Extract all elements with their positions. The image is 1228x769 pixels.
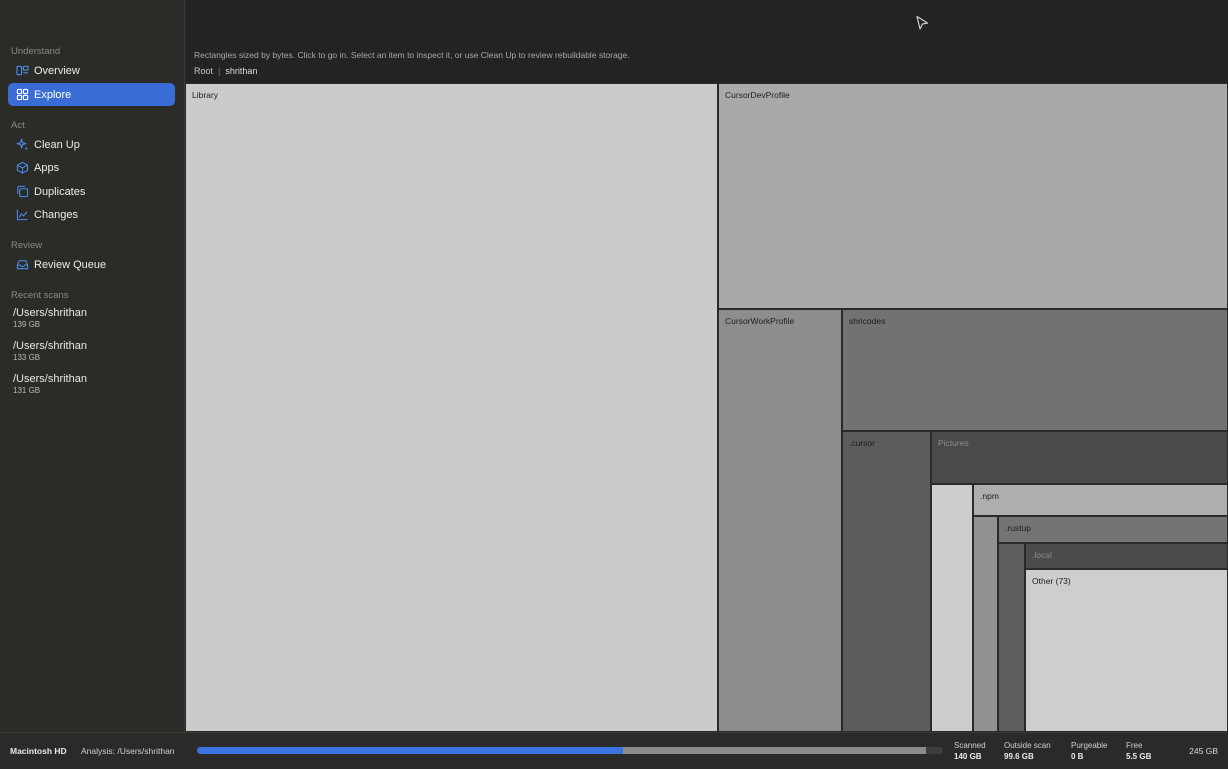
treemap-cell-label: .npm — [980, 491, 999, 501]
recent-scan-path: /Users/shrithan — [13, 340, 87, 352]
recent-scan-path: /Users/shrithan — [13, 307, 87, 319]
stat-value: 5.5 GB — [1126, 752, 1152, 761]
sidebar-item-label: Changes — [34, 208, 79, 221]
sidebar-item-label: Apps — [34, 161, 60, 174]
treemap-cell-shricodes[interactable]: shricodes — [842, 309, 1228, 431]
total-capacity: 245 GB — [1189, 746, 1218, 756]
section-label-act: Act — [11, 120, 25, 131]
stat-free: Free 5.5 GB — [1126, 740, 1151, 762]
treemap-cell-label: Library — [192, 90, 218, 100]
treemap-cell-unlabeled-3[interactable] — [998, 543, 1025, 732]
treemap-cell-cursordevprofile[interactable]: CursorDevProfile — [718, 83, 1228, 309]
cube-icon — [15, 161, 29, 175]
treemap-cell-library[interactable]: Library — [185, 83, 718, 732]
treemap-cell-pictures[interactable]: Pictures — [931, 431, 1228, 484]
treemap-cell-local[interactable]: .local — [1025, 543, 1228, 569]
recent-scan-item[interactable]: /Users/shrithan 133 GB — [13, 340, 178, 363]
stat-purgeable: Purgeable 0 B — [1071, 740, 1107, 762]
treemap-cell-npm[interactable]: .npm — [973, 484, 1228, 516]
recent-scan-item[interactable]: /Users/shrithan 131 GB — [13, 373, 178, 396]
sidebar-item-changes[interactable]: Changes — [8, 203, 175, 226]
sidebar-item-label: Clean Up — [34, 138, 80, 151]
treemap-cell-rustup[interactable]: .rustup — [998, 516, 1228, 543]
recent-scan-size: 131 GB — [13, 386, 41, 395]
stat-value: 140 GB — [954, 752, 982, 761]
breadcrumb: Root | shrithan — [194, 66, 257, 76]
stat-label: Outside scan — [1004, 741, 1051, 750]
analysis-path: Analysis: /Users/shrithan — [81, 746, 175, 756]
stat-scanned: Scanned 140 GB — [954, 740, 986, 762]
treemap-cell-unlabeled-1[interactable] — [931, 484, 973, 732]
recent-scan-item[interactable]: /Users/shrithan 139 GB — [13, 307, 178, 330]
sidebar: Understand Overview Explore Act Clean Up… — [0, 0, 185, 732]
treemap-cell-cursorworkprofile[interactable]: CursorWorkProfile — [718, 309, 842, 732]
sidebar-item-cleanup[interactable]: Clean Up — [8, 133, 175, 156]
treemap-cell-label: .rustup — [1005, 523, 1031, 533]
storage-progress-bar — [197, 747, 943, 754]
treemap-cell-label: shricodes — [849, 316, 886, 326]
treemap-cell-label: Other (73) — [1032, 576, 1071, 586]
stat-value: 99.6 GB — [1004, 752, 1034, 761]
stat-label: Scanned — [954, 741, 986, 750]
sparkle-icon — [15, 138, 29, 152]
treemap-cell-cursor[interactable]: .cursor — [842, 431, 931, 732]
section-label-recent: Recent scans — [11, 290, 69, 301]
sidebar-item-overview[interactable]: Overview — [8, 59, 175, 82]
treemap-cell-label: CursorWorkProfile — [725, 316, 795, 326]
tray-icon — [15, 258, 29, 272]
sidebar-item-label: Overview — [34, 64, 80, 77]
treemap-cell-label: CursorDevProfile — [725, 90, 790, 100]
recent-scan-size: 139 GB — [13, 320, 41, 329]
volume-name: Macintosh HD — [10, 746, 67, 756]
stat-value: 0 B — [1071, 752, 1084, 761]
sidebar-item-apps[interactable]: Apps — [8, 156, 175, 179]
grid-icon — [15, 88, 29, 102]
breadcrumb-root[interactable]: Root — [194, 66, 213, 76]
explore-header: Rectangles sized by bytes. Click to go i… — [185, 0, 1228, 83]
sidebar-item-review-queue[interactable]: Review Queue — [8, 253, 175, 276]
treemap-cell-unlabeled-2[interactable] — [973, 516, 998, 732]
sidebar-item-label: Duplicates — [34, 185, 86, 198]
sidebar-item-label: Explore — [34, 88, 72, 101]
section-label-review: Review — [11, 240, 43, 251]
chart-icon — [15, 208, 29, 222]
sidebar-item-explore[interactable]: Explore — [8, 83, 175, 106]
stat-label: Purgeable — [1071, 741, 1108, 750]
stat-outside-scan: Outside scan 99.6 GB — [1004, 740, 1051, 762]
stat-label: Free — [1126, 741, 1143, 750]
breadcrumb-current[interactable]: shrithan — [225, 66, 257, 76]
sidebar-item-label: Review Queue — [34, 258, 107, 271]
sidebar-item-duplicates[interactable]: Duplicates — [8, 180, 175, 203]
explore-hint: Rectangles sized by bytes. Click to go i… — [194, 50, 630, 60]
pointer-icon — [916, 15, 929, 30]
scanned-bar — [197, 747, 623, 754]
treemap-cell-label: Pictures — [938, 438, 969, 448]
status-bar: Macintosh HD Analysis: /Users/shrithan S… — [0, 732, 1228, 769]
recent-scan-path: /Users/shrithan — [13, 373, 87, 385]
recent-scan-size: 133 GB — [13, 353, 41, 362]
section-label-understand: Understand — [11, 46, 61, 57]
treemap: Library CursorDevProfile CursorWorkProfi… — [185, 83, 1228, 732]
duplicates-icon — [15, 185, 29, 199]
treemap-cell-label: .local — [1032, 550, 1052, 560]
treemap-cell-other[interactable]: Other (73) — [1025, 569, 1228, 732]
breadcrumb-separator: | — [218, 66, 221, 76]
outside-scan-bar — [623, 747, 926, 754]
overview-icon — [15, 64, 29, 78]
treemap-cell-label: .cursor — [849, 438, 875, 448]
